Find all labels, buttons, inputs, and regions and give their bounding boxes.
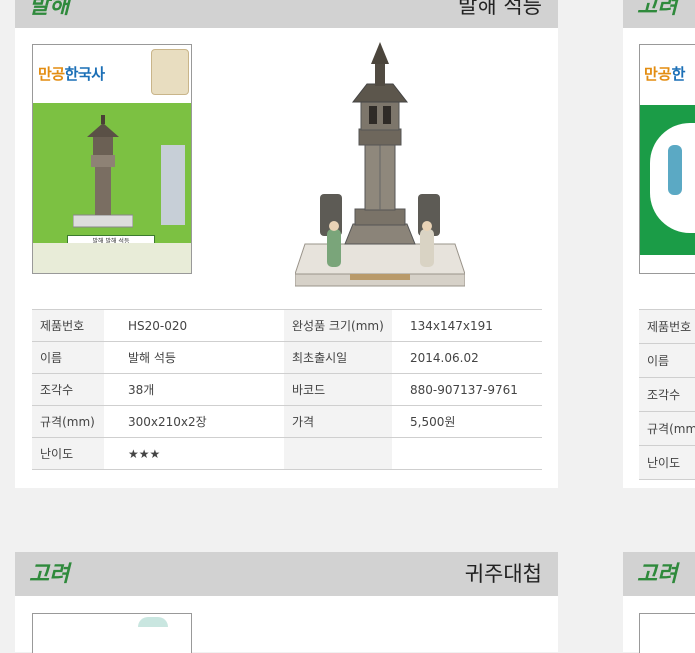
card-header: 고려 [623,0,695,28]
table-row: 제품번호 HS20-020 완성품 크기(mm) 134x147x191 [32,309,542,342]
table-row: 조각수 [639,377,695,412]
book-cover-image[interactable]: 만공한 [639,44,695,274]
era-label: 고려 [29,561,70,587]
table-row: 이름 [639,343,695,378]
era-label: 고려 [637,0,678,19]
spec-label: 난이도 [639,445,695,480]
spec-label: 제품번호 [32,309,104,342]
table-row: 제품번호 [639,309,695,344]
product-card-gwiju: 고려 귀주대첩 [15,552,558,653]
card-header: 고려 [623,552,695,596]
product-card-balhae-lantern: 발해 발해 석등 만공한국사 발해 발해 석등 제품번호 HS20-020 완성… [15,0,558,488]
buddha-illustration [151,49,189,95]
spec-label: 조각수 [639,377,695,412]
pagoda-decoration [161,145,185,225]
table-row: 조각수 38개 바코드 880-907137-9761 [32,373,542,406]
era-label: 발해 [29,0,70,19]
spec-label: 조각수 [32,373,104,406]
table-row: 난이도 [639,445,695,480]
spec-label: 완성품 크기(mm) [284,309,392,342]
spec-label: 이름 [32,341,104,374]
table-row: 난이도 ★★★ [32,437,542,470]
spec-value: 880-907137-9761 [392,373,542,406]
cover-bottom-strip [33,243,191,273]
product-model-image[interactable] [295,34,465,294]
spec-value [392,437,542,470]
spec-value: 38개 [104,373,284,406]
spec-table: 제품번호 이름 조각수 규격(mm 난이도 [639,309,695,480]
product-title[interactable]: 발해 석등 [458,0,542,28]
cover-decoration [138,617,168,627]
book-series-title: 만공한 [644,65,686,83]
spec-value: HS20-020 [104,309,284,342]
spec-label: 제품번호 [639,309,695,344]
card-header: 발해 발해 석등 [15,0,558,28]
product-card-goryeo-2: 고려 [623,552,695,653]
lantern-illustration [73,115,133,228]
book-cover-image[interactable] [32,613,192,653]
era-label: 고려 [637,561,678,587]
spec-value: 300x210x2장 [104,405,284,438]
product-title[interactable]: 귀주대첩 [465,552,542,596]
spec-value: 5,500원 [392,405,542,438]
spec-label: 바코드 [284,373,392,406]
spec-label: 규격(mm [639,411,695,446]
spec-label: 규격(mm) [32,405,104,438]
spec-table: 제품번호 HS20-020 완성품 크기(mm) 134x147x191 이름 … [32,309,542,470]
spec-value: 2014.06.02 [392,341,542,374]
spec-value: 발해 석등 [104,341,284,374]
spec-label: 이름 [639,343,695,378]
product-card-goryeo: 고려 만공한 제품번호 이름 조각수 규격(mm 난이도 [623,0,695,488]
vase-illustration [668,145,682,195]
spec-label: 난이도 [32,437,104,470]
book-cover-image[interactable] [639,613,695,653]
spec-label: 가격 [284,405,392,438]
difficulty-stars: ★★★ [104,437,284,470]
spec-label [284,437,392,470]
book-series-title: 만공한국사 [38,65,105,83]
card-header: 고려 귀주대첩 [15,552,558,596]
table-row: 규격(mm) 300x210x2장 가격 5,500원 [32,405,542,438]
spec-label: 최초출시일 [284,341,392,374]
book-cover-image[interactable]: 만공한국사 발해 발해 석등 [32,44,192,274]
spec-value: 134x147x191 [392,309,542,342]
table-row: 규격(mm [639,411,695,446]
table-row: 이름 발해 석등 최초출시일 2014.06.02 [32,341,542,374]
